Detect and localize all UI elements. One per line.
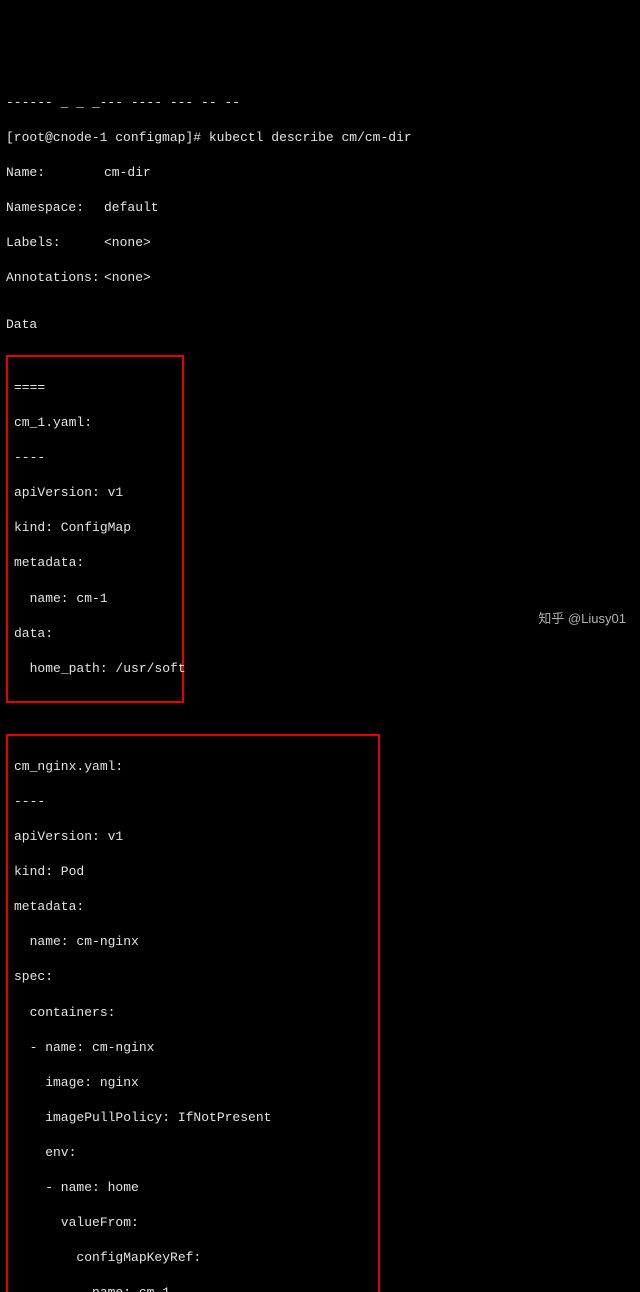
data-sep: ====	[14, 379, 176, 397]
meta-annotations: Annotations:<none>	[6, 269, 634, 287]
block1-line: kind: ConfigMap	[14, 519, 176, 537]
truncated-top-line: ------ _ _ _--- ---- --- -- --	[6, 94, 634, 112]
meta-namespace-value: default	[104, 200, 159, 215]
meta-labels: Labels:<none>	[6, 234, 634, 252]
block2-line: configMapKeyRef:	[14, 1249, 372, 1267]
block1-line: data:	[14, 625, 176, 643]
block1-line: name: cm-1	[14, 590, 176, 608]
block2-line: name: cm-1	[14, 1284, 372, 1292]
block2-line: metadata:	[14, 898, 372, 916]
block2-title: cm_nginx.yaml:	[14, 758, 372, 776]
terminal-output: ------ _ _ _--- ---- --- -- -- [root@cno…	[6, 76, 634, 1292]
block2-line: kind: Pod	[14, 863, 372, 881]
meta-name: Name:cm-dir	[6, 164, 634, 182]
block2-line: imagePullPolicy: IfNotPresent	[14, 1109, 372, 1127]
meta-name-label: Name:	[6, 164, 104, 182]
block2-line: image: nginx	[14, 1074, 372, 1092]
block2-line: - name: home	[14, 1179, 372, 1197]
block1-line: home_path: /usr/soft	[14, 660, 176, 678]
block1-dash: ----	[14, 449, 176, 467]
data-block-cmnginx: cm_nginx.yaml: ---- apiVersion: v1 kind:…	[6, 734, 380, 1292]
meta-namespace: Namespace:default	[6, 199, 634, 217]
data-header: Data	[6, 316, 634, 334]
prompt-command: kubectl describe cm/cm-dir	[209, 130, 412, 145]
meta-labels-value: <none>	[104, 235, 151, 250]
meta-annotations-label: Annotations:	[6, 269, 104, 287]
prompt-user-host: [root@cnode-1 configmap]#	[6, 130, 201, 145]
block1-line: metadata:	[14, 554, 176, 572]
meta-annotations-value: <none>	[104, 270, 151, 285]
data-block-cm1: ==== cm_1.yaml: ---- apiVersion: v1 kind…	[6, 355, 184, 702]
block2-line: name: cm-nginx	[14, 933, 372, 951]
prompt-line-1: [root@cnode-1 configmap]# kubectl descri…	[6, 129, 634, 147]
block1-title: cm_1.yaml:	[14, 414, 176, 432]
meta-name-value: cm-dir	[104, 165, 151, 180]
block2-line: - name: cm-nginx	[14, 1039, 372, 1057]
block2-line: env:	[14, 1144, 372, 1162]
block2-line: apiVersion: v1	[14, 828, 372, 846]
watermark: 知乎 @Liusy01	[538, 610, 626, 628]
meta-labels-label: Labels:	[6, 234, 104, 252]
block2-line: valueFrom:	[14, 1214, 372, 1232]
meta-namespace-label: Namespace:	[6, 199, 104, 217]
block2-dash: ----	[14, 793, 372, 811]
block2-line: containers:	[14, 1004, 372, 1022]
block1-line: apiVersion: v1	[14, 484, 176, 502]
block2-line: spec:	[14, 968, 372, 986]
